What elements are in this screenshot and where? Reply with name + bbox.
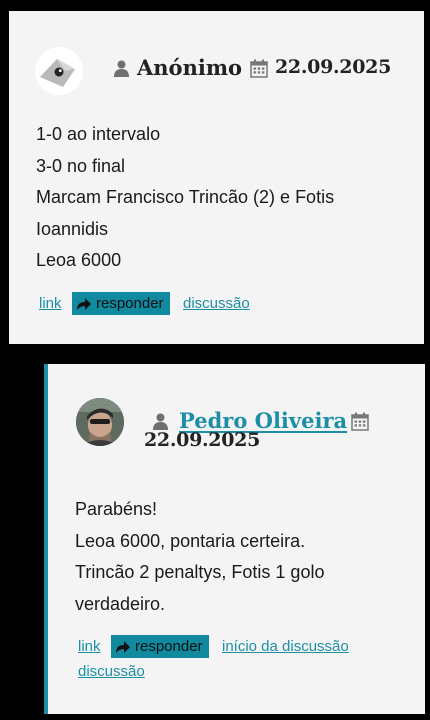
comment-author: Anónimo <box>137 55 243 80</box>
comment-card: Anónimo 22.09.2025 1-0 ao intervalo 3-0 … <box>9 11 424 344</box>
comment-line: Leoa 6000, pontaria certeira. <box>75 530 306 551</box>
default-avatar-icon <box>35 47 83 95</box>
comment-line: Ioannidis <box>36 218 109 239</box>
calendar-icon <box>351 412 369 435</box>
reply-button-label: responder <box>135 638 203 655</box>
comment-line: 1-0 ao intervalo <box>36 124 161 144</box>
discussion-link[interactable]: discussão <box>78 663 145 680</box>
comment-line: 3-0 no final <box>36 155 126 176</box>
user-photo-avatar <box>76 398 124 446</box>
calendar-icon <box>250 59 268 82</box>
reply-comment-card: Pedro Oliveira 22.09.2025 Parabéns! Leoa… <box>44 364 425 714</box>
comment-date: 22.09.2025 <box>275 56 391 78</box>
comment-body: Parabéns! Leoa 6000, pontaria certeira. … <box>75 494 324 620</box>
reply-button[interactable]: responder <box>111 635 209 658</box>
permalink-link[interactable]: link <box>78 638 101 655</box>
comment-line: Marcam Francisco Trincão (2) e Fotis <box>36 187 335 207</box>
comment-date: 22.09.2025 <box>144 429 260 451</box>
comment-line: verdadeiro. <box>75 593 166 614</box>
reply-button[interactable]: responder <box>72 292 170 315</box>
thread-start-link[interactable]: início da discussão <box>222 638 349 655</box>
reply-arrow-icon <box>116 641 130 653</box>
comment-line: Trincão 2 penaltys, Fotis 1 golo <box>75 562 325 582</box>
reply-button-label: responder <box>96 295 164 312</box>
comment-line: Parabéns! <box>75 499 158 519</box>
reply-arrow-icon <box>77 298 91 310</box>
comment-body: 1-0 ao intervalo 3-0 no final Marcam Fra… <box>36 119 334 277</box>
user-icon <box>114 60 129 81</box>
permalink-link[interactable]: link <box>39 295 62 312</box>
discussion-link[interactable]: discussão <box>183 295 250 312</box>
comment-line: Leoa 6000 <box>36 250 122 270</box>
